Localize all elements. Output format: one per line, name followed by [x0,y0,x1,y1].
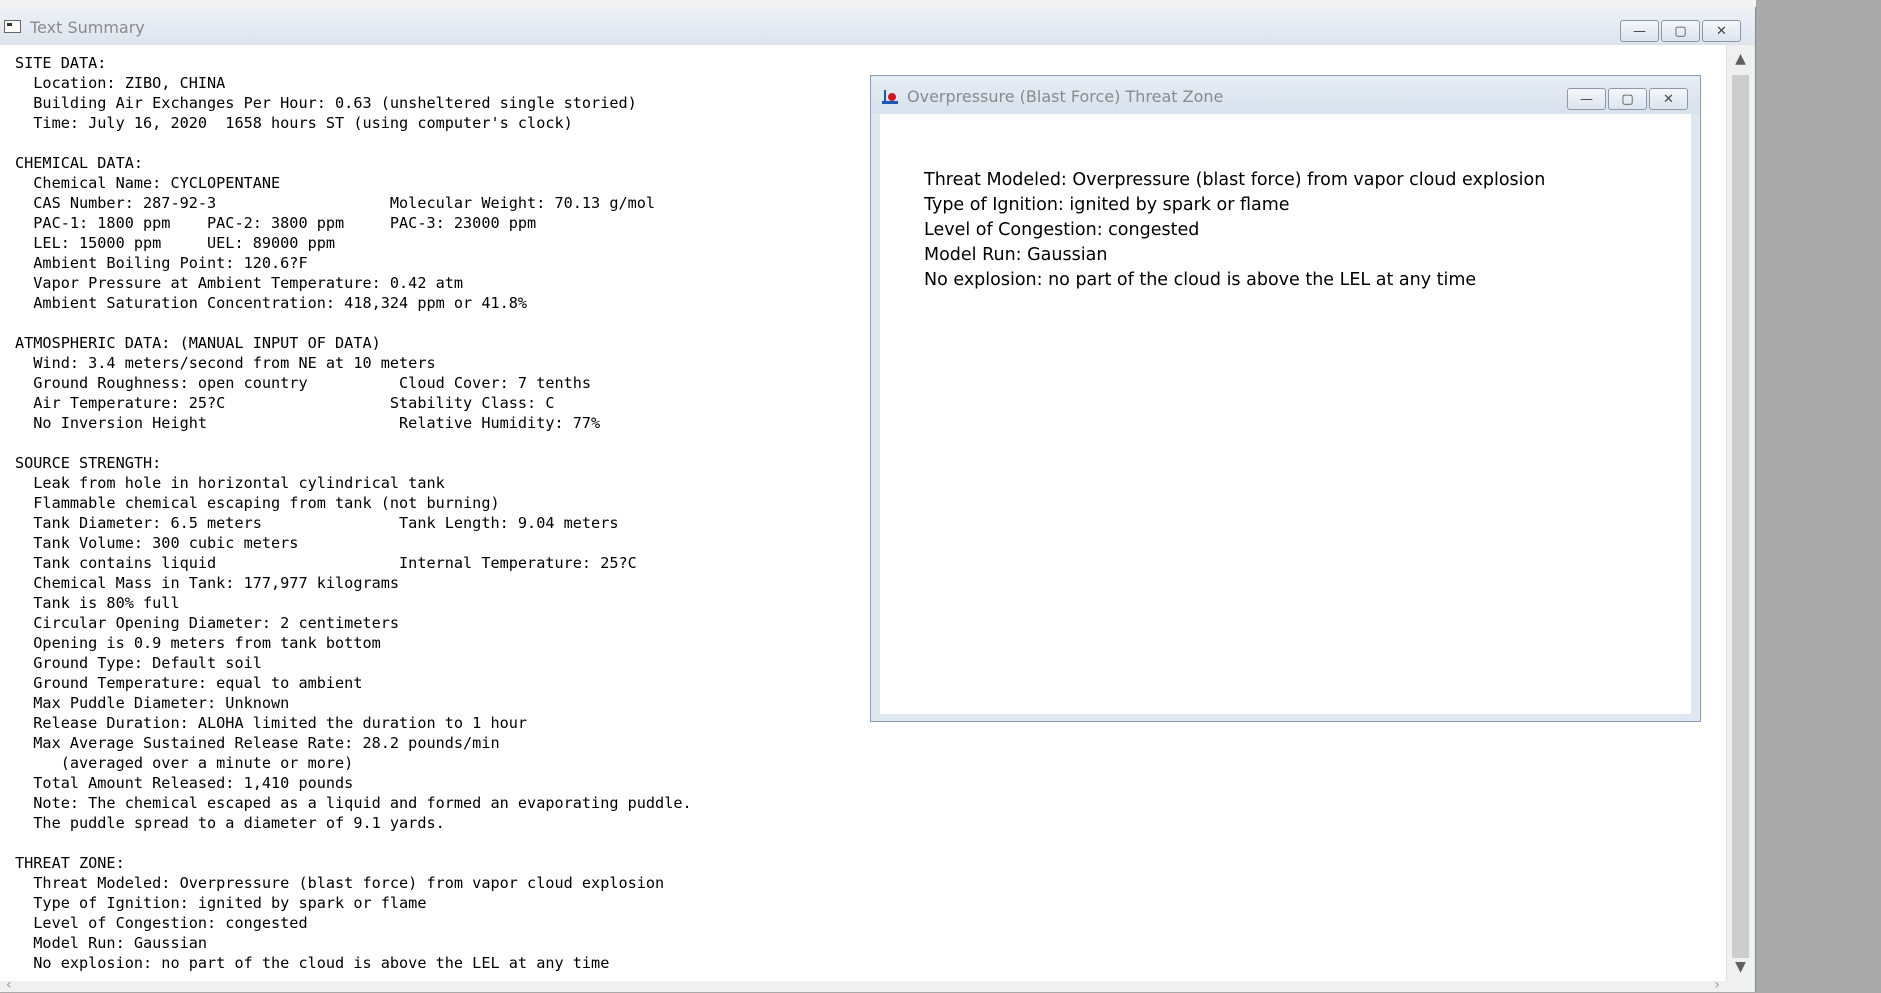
maximize-button[interactable]: ▢ [1661,20,1700,42]
threat-zone-content: Threat Modeled: Overpressure (blast forc… [880,114,1691,714]
summary-line: Building Air Exchanges Per Hour: 0.63 (u… [15,94,637,112]
summary-line: Ground Roughness: open country Cloud Cov… [15,374,592,392]
summary-line: CAS Number: 287-92-3 Molecular Weight: 7… [15,194,656,212]
close-icon: ✕ [1716,23,1727,39]
maximize-icon: ▢ [1674,23,1687,39]
window-controls: — ▢ ✕ [1620,20,1741,42]
summary-line: Level of Congestion: congested [15,914,308,932]
threat-zone-close-button[interactable]: ✕ [1649,88,1688,110]
summary-line: Total Amount Released: 1,410 pounds [15,774,354,792]
summary-line: The puddle spread to a diameter of 9.1 y… [15,814,445,832]
horizontal-scrollbar[interactable]: ‹ › [0,977,1726,993]
window-title: Text Summary [30,18,145,37]
scroll-down-arrow-icon[interactable]: ▼ [1727,959,1754,975]
summary-line: Location: ZIBO, CHINA [15,74,226,92]
threat-zone-window[interactable]: Overpressure (Blast Force) Threat Zone —… [870,75,1701,722]
summary-line: Tank Volume: 300 cubic meters [15,534,299,552]
text-summary-window-icon[interactable] [4,20,21,33]
summary-line: Air Temperature: 25?C Stability Class: C [15,394,555,412]
summary-line: Note: The chemical escaped as a liquid a… [15,794,692,812]
summary-line: SITE DATA: [15,54,107,72]
summary-line: Type of Ignition: ignited by spark or fl… [15,894,427,912]
summary-line: Wind: 3.4 meters/second from NE at 10 me… [15,354,436,372]
minimize-icon: — [1633,23,1646,39]
minimize-icon: — [1580,91,1593,107]
summary-line: Ambient Saturation Concentration: 418,32… [15,294,528,312]
explosion-result-line: No explosion: no part of the cloud is ab… [924,270,1477,290]
vertical-scroll-thumb[interactable] [1732,75,1749,958]
threat-zone-icon[interactable] [882,90,898,104]
summary-line: Ground Temperature: equal to ambient [15,674,363,692]
threat-zone-titlebar[interactable]: Overpressure (Blast Force) Threat Zone —… [871,76,1700,114]
threat-zone-window-controls: — ▢ ✕ [1567,88,1688,110]
size-grip[interactable] [1726,981,1754,992]
summary-line: Tank Diameter: 6.5 meters Tank Length: 9… [15,514,619,532]
summary-line: ATMOSPHERIC DATA: (MANUAL INPUT OF DATA) [15,334,381,352]
threat-zone-text: Threat Modeled: Overpressure (blast forc… [924,168,1545,293]
summary-line: Flammable chemical escaping from tank (n… [15,494,500,512]
summary-line: Threat Modeled: Overpressure (blast forc… [15,874,665,892]
scroll-up-arrow-icon[interactable]: ▲ [1727,51,1754,67]
summary-line: Max Puddle Diameter: Unknown [15,694,290,712]
summary-line: THREAT ZONE: [15,854,125,872]
summary-line: (averaged over a minute or more) [15,754,354,772]
ignition-type-line: Type of Ignition: ignited by spark or fl… [924,195,1290,215]
close-button[interactable]: ✕ [1702,20,1741,42]
desktop-background: Text Summary — ▢ ✕ SITE DATA: Location: … [0,0,1881,993]
summary-line: Chemical Name: CYCLOPENTANE [15,174,281,192]
summary-line: PAC-1: 1800 ppm PAC-2: 3800 ppm PAC-3: 2… [15,214,537,232]
close-icon: ✕ [1663,91,1674,107]
threat-zone-minimize-button[interactable]: — [1567,88,1606,110]
summary-line: Time: July 16, 2020 1658 hours ST (using… [15,114,573,132]
scroll-right-arrow-icon[interactable]: › [1714,977,1720,993]
summary-line: Opening is 0.9 meters from tank bottom [15,634,381,652]
vertical-scrollbar[interactable]: ▲ ▼ [1726,45,1754,981]
summary-line: CHEMICAL DATA: [15,154,144,172]
summary-line: Max Average Sustained Release Rate: 28.2… [15,734,500,752]
summary-line: Tank is 80% full [15,594,180,612]
minimize-button[interactable]: — [1620,20,1659,42]
summary-line: Model Run: Gaussian [15,934,208,952]
summary-line: LEL: 15000 ppm UEL: 89000 ppm [15,234,336,252]
congestion-level-line: Level of Congestion: congested [924,220,1200,240]
summary-line: Ground Type: Default soil [15,654,262,672]
summary-line: Circular Opening Diameter: 2 centimeters [15,614,400,632]
maximize-icon: ▢ [1621,91,1634,107]
summary-line: SOURCE STRENGTH: [15,454,162,472]
summary-line: Ambient Boiling Point: 120.6?F [15,254,308,272]
text-summary-window[interactable]: Text Summary — ▢ ✕ SITE DATA: Location: … [0,7,1756,993]
scroll-left-arrow-icon[interactable]: ‹ [6,977,12,993]
summary-line: No explosion: no part of the cloud is ab… [15,954,610,972]
threat-zone-maximize-button[interactable]: ▢ [1608,88,1647,110]
threat-modeled-line: Threat Modeled: Overpressure (blast forc… [924,170,1546,190]
summary-line: No Inversion Height Relative Humidity: 7… [15,414,601,432]
summary-line: Chemical Mass in Tank: 177,977 kilograms [15,574,400,592]
summary-line: Vapor Pressure at Ambient Temperature: 0… [15,274,464,292]
threat-zone-title: Overpressure (Blast Force) Threat Zone [907,87,1224,106]
summary-line: Tank contains liquid Internal Temperatur… [15,554,637,572]
summary-text[interactable]: SITE DATA: Location: ZIBO, CHINA Buildin… [15,53,692,973]
model-run-line: Model Run: Gaussian [924,245,1108,265]
summary-line: Release Duration: ALOHA limited the dura… [15,714,528,732]
summary-line: Leak from hole in horizontal cylindrical… [15,474,445,492]
text-summary-titlebar[interactable]: Text Summary — ▢ ✕ [0,7,1755,45]
